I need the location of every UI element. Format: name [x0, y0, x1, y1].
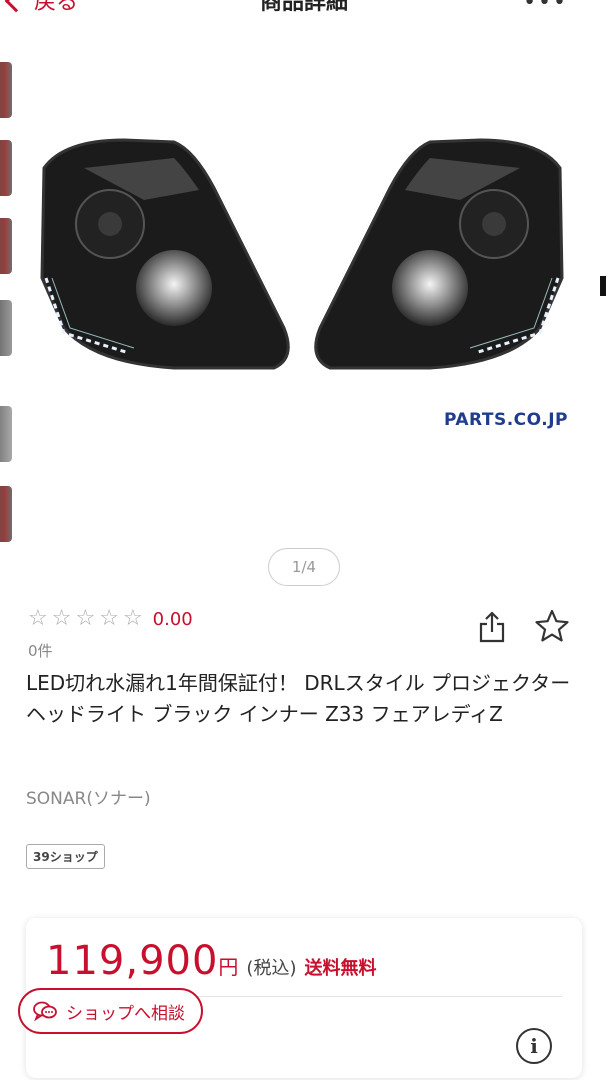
- tax-label: (税込): [246, 958, 297, 979]
- star-empty-icon: ☆: [51, 606, 72, 631]
- star-empty-icon: ☆: [75, 606, 96, 631]
- favorite-star-icon[interactable]: [534, 608, 570, 644]
- brand-link[interactable]: SONAR(ソナー): [26, 784, 151, 809]
- product-title: LED切れ水漏れ1年間保証付！ DRLスタイル プロジェクター ヘッドライト ブ…: [26, 671, 571, 726]
- chat-icon: [33, 1001, 57, 1022]
- thumbnail[interactable]: [0, 486, 12, 542]
- thumbnail[interactable]: [0, 406, 12, 462]
- rating[interactable]: ☆ ☆ ☆ ☆ ☆ 0.00: [28, 608, 193, 630]
- shop-badge: 39ショップ: [26, 844, 105, 869]
- free-shipping-label: 送料無料: [304, 958, 377, 979]
- watermark-logo: PARTS.CO.JP: [444, 410, 568, 430]
- thumbnail[interactable]: [0, 218, 12, 274]
- header: 戻る 商品詳細 •••: [0, 0, 608, 18]
- price-currency: 円: [218, 955, 239, 979]
- headlight-right-image: [314, 138, 564, 370]
- rating-value: 0.00: [152, 608, 193, 630]
- product-image[interactable]: PARTS.CO.JP: [14, 88, 608, 488]
- review-count[interactable]: 0件: [28, 640, 53, 661]
- star-empty-icon: ☆: [99, 606, 119, 631]
- page-title: 商品詳細: [259, 0, 348, 15]
- headlight-left-image: [40, 138, 290, 370]
- thumbnail[interactable]: [0, 300, 12, 356]
- consult-label: ショップへ相談: [66, 1003, 185, 1024]
- thumbnail[interactable]: [0, 62, 12, 118]
- consult-shop-button[interactable]: ショップへ相談: [18, 988, 203, 1034]
- star-empty-icon: ☆: [122, 606, 143, 631]
- star-empty-icon: ☆: [28, 606, 48, 631]
- price-row: 119,900 円 (税込) 送料無料: [46, 938, 376, 984]
- share-icon[interactable]: [478, 610, 506, 644]
- thumbnail[interactable]: [0, 140, 12, 196]
- price-amount: 119,900: [46, 938, 219, 984]
- next-image-edge: [600, 276, 606, 296]
- info-icon[interactable]: i: [516, 1028, 552, 1064]
- more-icon[interactable]: •••: [523, 0, 568, 15]
- image-pager: 1/4: [268, 548, 340, 586]
